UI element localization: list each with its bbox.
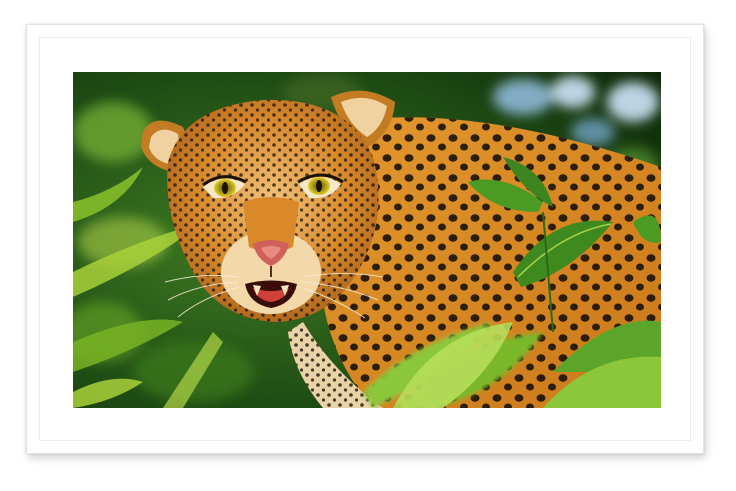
canvas — [0, 0, 736, 491]
leopard-photo — [73, 72, 661, 408]
leopard-icon — [73, 72, 661, 408]
